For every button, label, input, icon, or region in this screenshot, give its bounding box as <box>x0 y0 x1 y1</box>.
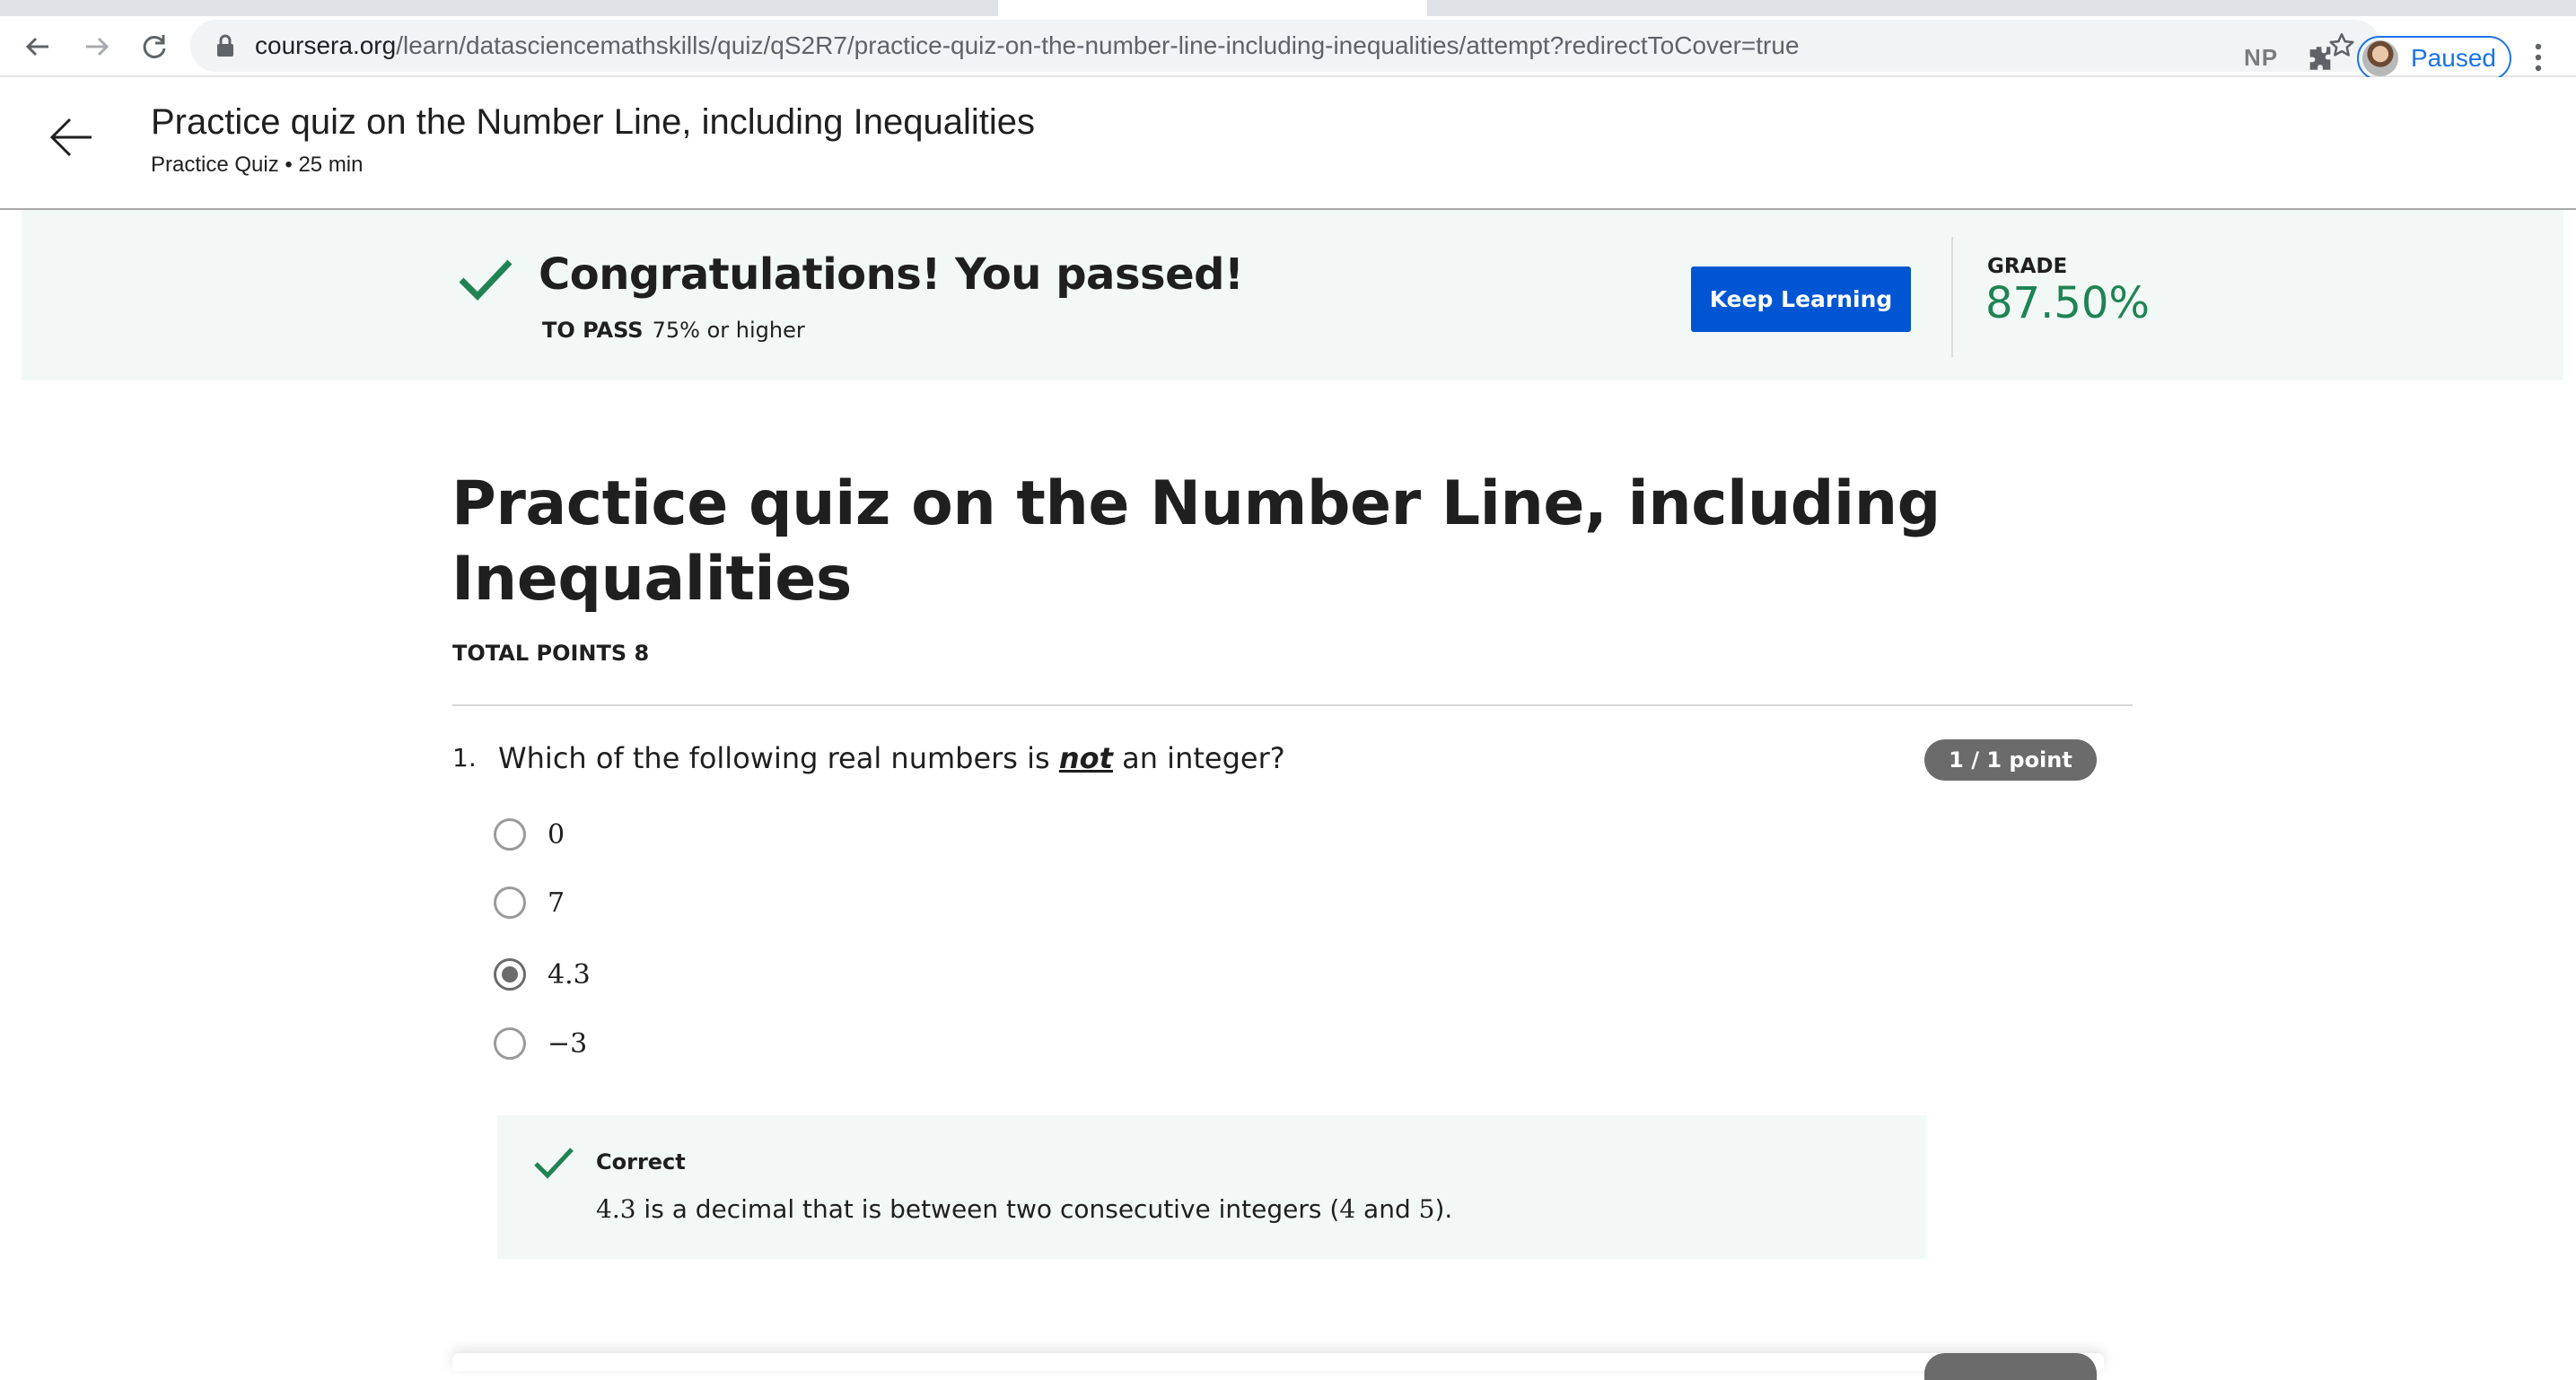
question-text: Which of the following real numbers is n… <box>498 741 1285 775</box>
answer-option[interactable]: −3 <box>494 1024 587 1063</box>
divider <box>452 704 2133 706</box>
next-question-card <box>452 1353 2104 1371</box>
radio-button[interactable] <box>494 1027 526 1060</box>
points-badge: 1 / 1 point <box>1924 739 2097 781</box>
kebab-menu-icon[interactable] <box>2533 41 2544 77</box>
puzzle-extension-icon[interactable] <box>2305 43 2335 77</box>
to-pass-value: 75% or higher <box>652 318 805 343</box>
option-label: 7 <box>548 887 565 919</box>
keep-learning-button[interactable]: Keep Learning <box>1691 266 1911 332</box>
grade-value: 87.50% <box>1985 278 2151 328</box>
option-label: 0 <box>548 818 565 851</box>
feedback-status: Correct <box>596 1149 686 1175</box>
option-label: −3 <box>548 1027 588 1060</box>
check-icon <box>458 257 513 305</box>
np-extension-icon[interactable]: NP <box>2244 44 2278 72</box>
total-points: TOTAL POINTS 8 <box>452 641 650 666</box>
pass-threshold: TO PASS 75% or higher <box>542 318 805 343</box>
header-subtitle: Practice Quiz • 25 min <box>151 153 364 177</box>
lock-icon[interactable] <box>215 34 235 61</box>
profile-button[interactable]: Paused <box>2357 36 2511 81</box>
question-emphasis: not <box>1058 741 1113 775</box>
answer-option[interactable]: 0 <box>494 815 565 854</box>
url-text[interactable]: coursera.org/learn/datasciencemathskills… <box>255 20 1800 72</box>
answer-feedback: Correct 4.3 is a decimal that is between… <box>497 1115 1926 1259</box>
question-number: 1. <box>452 743 477 773</box>
tab-strip <box>0 0 2576 16</box>
answer-option[interactable]: 7 <box>494 883 565 922</box>
radio-button-selected[interactable] <box>494 958 526 991</box>
profile-status: Paused <box>2411 44 2496 72</box>
pass-banner: Congratulations! You passed! TO PASS 75% … <box>22 210 2563 380</box>
answer-option[interactable]: 4.3 <box>494 955 591 994</box>
grade-label: GRADE <box>1987 255 2068 278</box>
reload-icon[interactable] <box>136 29 172 65</box>
header-title: Practice quiz on the Number Line, includ… <box>151 102 1036 142</box>
radio-button[interactable] <box>494 818 526 851</box>
check-icon <box>533 1146 574 1183</box>
feedback-text: 4.3 is a decimal that is between two con… <box>596 1194 1453 1224</box>
back-arrow-icon[interactable] <box>47 113 95 165</box>
points-badge <box>1924 1353 2097 1380</box>
to-pass-label: TO PASS <box>542 318 644 343</box>
pass-message: Congratulations! You passed! <box>539 249 1244 300</box>
divider <box>1951 237 1953 357</box>
active-tab[interactable] <box>998 0 1427 16</box>
avatar <box>2362 40 2398 76</box>
back-arrow-icon[interactable] <box>20 29 56 65</box>
quiz-title: Practice quiz on the Number Line, includ… <box>451 468 1941 615</box>
radio-button[interactable] <box>494 887 526 919</box>
course-header: Practice quiz on the Number Line, includ… <box>0 77 2576 210</box>
address-bar[interactable]: coursera.org/learn/datasciencemathskills… <box>190 20 2380 72</box>
forward-arrow-icon[interactable] <box>79 29 115 65</box>
option-label: 4.3 <box>548 958 591 991</box>
browser-toolbar: coursera.org/learn/datasciencemathskills… <box>0 16 2576 81</box>
